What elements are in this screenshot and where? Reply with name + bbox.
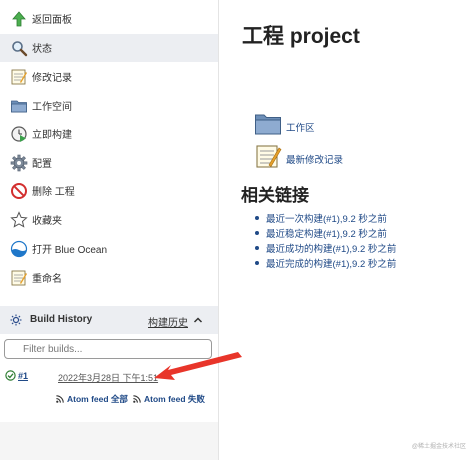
sidebar-item-label: 收藏夹 — [32, 216, 62, 227]
page-title: 工程 project — [242, 25, 360, 48]
build-row[interactable]: #1 2022年3月28日 下午1:51 — [0, 366, 218, 386]
folder-icon — [255, 114, 281, 135]
related-link-label: 最近稳定构建(#1),9.2 秒之前 — [266, 229, 387, 240]
related-link-last-successful-build[interactable]: 最近成功的构建(#1),9.2 秒之前 — [252, 241, 396, 256]
watermark: @稀土掘金技术社区 — [411, 444, 466, 450]
latest-changes-link-label: 最新修改记录 — [286, 155, 344, 166]
up-arrow-icon — [12, 11, 26, 27]
workspace-link-label: 工作区 — [286, 123, 315, 134]
build-history-header: Build History 构建历史 — [0, 306, 218, 334]
gear-icon — [10, 154, 28, 172]
workspace-link[interactable]: 工作区 — [254, 110, 404, 140]
related-links-title: 相关链接 — [241, 186, 309, 205]
sidebar-item-label: 重命名 — [32, 274, 62, 285]
notepad-icon — [11, 69, 27, 85]
build-date-link[interactable]: 2022年3月28日 下午1:51 — [58, 371, 158, 384]
related-links-list: 最近一次构建(#1),9.2 秒之前 最近稳定构建(#1),9.2 秒之前 最近… — [252, 211, 396, 271]
sidebar-item-back-to-dashboard[interactable]: 返回面板 — [0, 5, 218, 33]
sidebar: 返回面板 状态 修改记录 工作空间 立即构建 配置 删除 工程 收藏夹 打开 B… — [0, 0, 219, 460]
sidebar-item-label: 配置 — [32, 159, 52, 170]
sidebar-item-label: 立即构建 — [32, 130, 72, 141]
bullet — [255, 216, 259, 220]
atom-feed-failed-link[interactable]: Atom feed 失败 — [133, 393, 205, 405]
related-link-label: 最近一次构建(#1),9.2 秒之前 — [266, 214, 387, 225]
atom-feeds: Atom feed 全部 Atom feed 失败 — [0, 393, 218, 407]
sidebar-item-favorite[interactable]: 收藏夹 — [0, 206, 218, 234]
build-number-link[interactable]: #1 — [18, 371, 28, 381]
bullet — [255, 246, 259, 250]
sidebar-item-label: 打开 Blue Ocean — [32, 245, 108, 256]
star-icon — [10, 211, 28, 228]
related-link-label: 最近成功的构建(#1),9.2 秒之前 — [266, 244, 397, 255]
sidebar-item-configure[interactable]: 配置 — [0, 149, 218, 177]
sidebar-item-changes[interactable]: 修改记录 — [0, 63, 218, 91]
related-link-last-stable-build[interactable]: 最近稳定构建(#1),9.2 秒之前 — [252, 226, 396, 241]
search-icon — [12, 41, 28, 57]
sidebar-item-delete-project[interactable]: 删除 工程 — [0, 177, 218, 205]
blue-ocean-icon — [10, 240, 28, 258]
sidebar-item-workspace[interactable]: 工作空间 — [0, 92, 218, 120]
sun-icon — [10, 314, 22, 326]
folder-icon — [11, 100, 27, 113]
sidebar-item-status[interactable]: 状态 — [0, 34, 218, 62]
notepad-icon — [11, 270, 27, 286]
atom-feed-all-link[interactable]: Atom feed 全部 — [56, 393, 128, 405]
sidebar-footer — [0, 422, 218, 460]
build-trend-link[interactable]: 构建历史 — [148, 314, 188, 329]
related-link-last-completed-build[interactable]: 最近完成的构建(#1),9.2 秒之前 — [252, 256, 396, 271]
related-link-label: 最近完成的构建(#1),9.2 秒之前 — [266, 259, 397, 270]
sidebar-item-label: 返回面板 — [32, 15, 72, 26]
atom-feed-failed-label: Atom feed 失败 — [144, 394, 205, 404]
sidebar-item-label: 修改记录 — [32, 73, 72, 84]
sidebar-item-rename[interactable]: 重命名 — [0, 264, 218, 292]
filter-builds-input[interactable] — [4, 339, 212, 359]
related-link-last-build[interactable]: 最近一次构建(#1),9.2 秒之前 — [252, 211, 396, 226]
sidebar-item-open-blue-ocean[interactable]: 打开 Blue Ocean — [0, 235, 218, 263]
success-check-icon — [5, 370, 16, 381]
clock-play-icon — [11, 126, 27, 142]
bullet — [255, 261, 259, 265]
sidebar-item-label: 删除 工程 — [32, 187, 75, 198]
rss-icon — [56, 395, 64, 403]
bullet — [255, 231, 259, 235]
rss-icon — [133, 395, 141, 403]
sidebar-item-build-now[interactable]: 立即构建 — [0, 120, 218, 148]
build-history-title: Build History — [30, 314, 93, 325]
sidebar-item-label: 状态 — [32, 44, 52, 55]
latest-changes-link[interactable]: 最新修改记录 — [254, 142, 404, 172]
no-entry-icon — [11, 183, 27, 199]
sidebar-item-label: 工作空间 — [32, 102, 72, 113]
atom-feed-all-label: Atom feed 全部 — [67, 394, 128, 404]
chevron-up-icon[interactable] — [192, 314, 204, 326]
notepad-icon — [256, 145, 282, 168]
